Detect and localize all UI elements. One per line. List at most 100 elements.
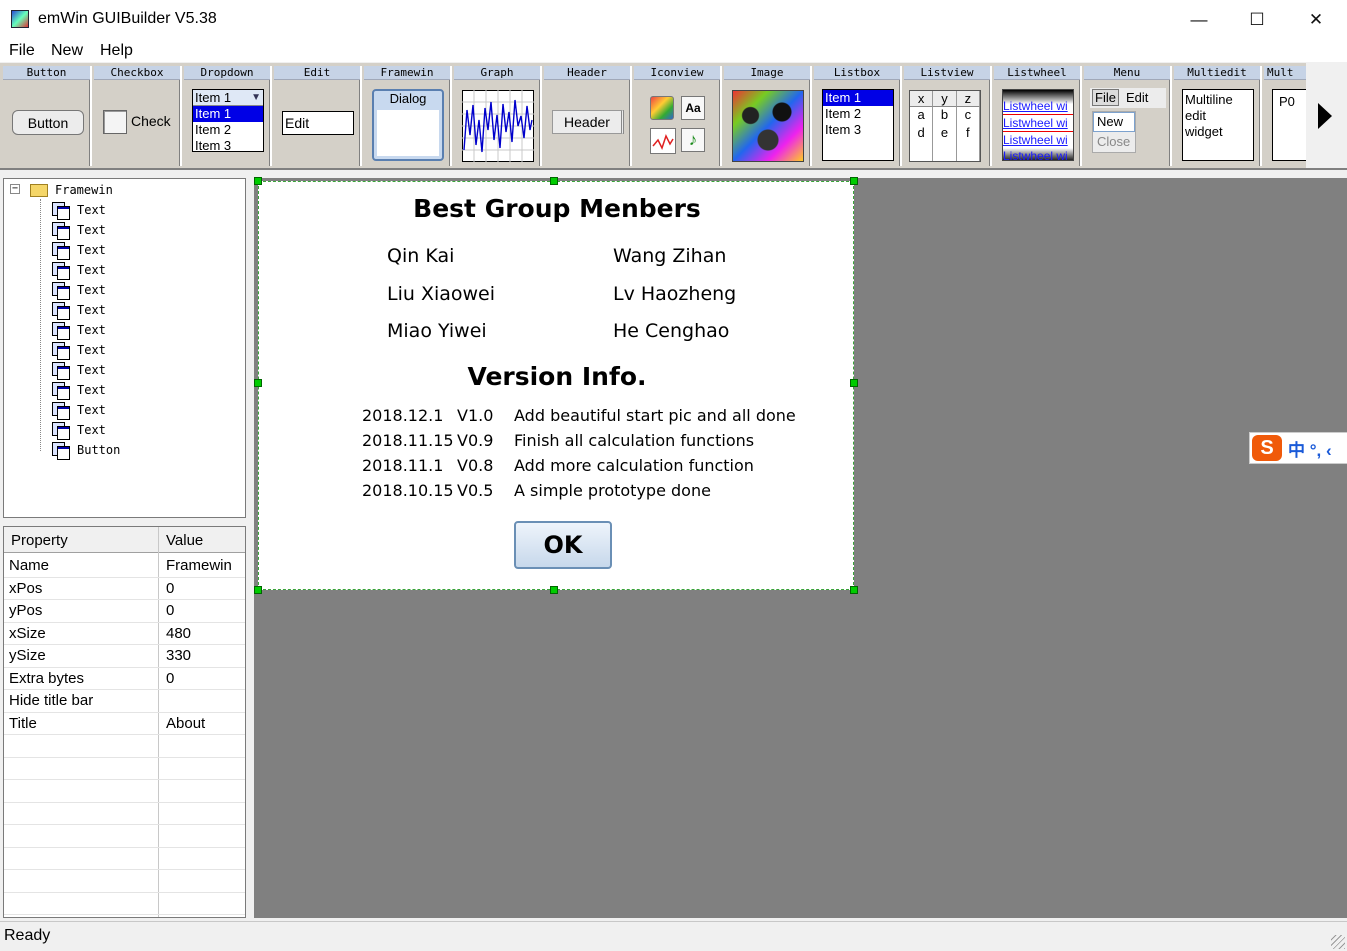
- resize-handle[interactable]: [254, 586, 262, 594]
- property-row[interactable]: xSize 480: [4, 623, 245, 645]
- menu-bar: File New Help: [0, 40, 1347, 62]
- resize-handle[interactable]: [850, 379, 858, 387]
- palette-iconview[interactable]: Iconview Aa ♪: [634, 66, 722, 166]
- version-number[interactable]: V1.0: [457, 406, 493, 425]
- empty-row: [4, 735, 245, 758]
- property-column-header[interactable]: Property: [11, 532, 68, 549]
- tree-item[interactable]: Text: [52, 421, 106, 440]
- resize-handle[interactable]: [850, 586, 858, 594]
- property-row[interactable]: ySize 330: [4, 645, 245, 668]
- listbox-item: Item 2: [825, 106, 862, 121]
- member-name[interactable]: Miao Yiwei: [387, 320, 487, 342]
- tree-item[interactable]: Text: [52, 361, 106, 380]
- menu-help[interactable]: Help: [100, 42, 133, 60]
- resize-handle[interactable]: [850, 177, 858, 185]
- minimize-button[interactable]: —: [1170, 0, 1228, 40]
- version-date[interactable]: 2018.11.15: [362, 431, 454, 450]
- property-grid: Property Value Name Framewin xPos 0 yPos 0 …: [3, 526, 246, 918]
- palette-framewin[interactable]: Framewin Dialog: [364, 66, 452, 166]
- resize-handle[interactable]: [550, 177, 558, 185]
- version-number[interactable]: V0.5: [457, 481, 493, 500]
- version-number[interactable]: V0.9: [457, 431, 493, 450]
- tree-item[interactable]: Text: [52, 301, 106, 320]
- about-dialog[interactable]: Best Group Menbers Qin Kai Wang Zihan Li…: [258, 181, 854, 590]
- ime-toolbar[interactable]: S 中 °, ‹: [1249, 432, 1347, 464]
- tree-item[interactable]: Text: [52, 241, 106, 260]
- tree-item[interactable]: Text: [52, 401, 106, 420]
- palette-image[interactable]: Image: [724, 66, 812, 166]
- version-note[interactable]: Add beautiful start pic and all done: [514, 406, 796, 425]
- status-text: Ready: [4, 927, 51, 944]
- dropdown-sample: Item 1 ▼ Item 1 Item 2 Item 3: [192, 89, 264, 153]
- palette-edit[interactable]: Edit Edit: [274, 66, 362, 166]
- palette-listview-header: Listview: [904, 66, 990, 80]
- member-name[interactable]: Qin Kai: [387, 245, 454, 267]
- palette-multipage[interactable]: Mult P0: [1264, 66, 1312, 166]
- font-icon: Aa: [681, 96, 705, 120]
- palette-graph[interactable]: Graph: [454, 66, 542, 166]
- window-icon: [52, 302, 70, 320]
- resize-handle[interactable]: [254, 177, 262, 185]
- resize-handle[interactable]: [254, 379, 262, 387]
- version-date[interactable]: 2018.11.1: [362, 456, 443, 475]
- collapse-icon[interactable]: −: [10, 184, 20, 194]
- member-name[interactable]: Lv Haozheng: [613, 283, 736, 305]
- status-bar: Ready: [0, 921, 1347, 951]
- members-title[interactable]: Best Group Menbers: [259, 194, 855, 223]
- menu-new[interactable]: New: [51, 42, 83, 60]
- property-row[interactable]: Hide title bar: [4, 690, 245, 713]
- close-button[interactable]: ✕: [1287, 0, 1345, 40]
- value-column-header[interactable]: Value: [166, 532, 203, 549]
- tree-item[interactable]: Text: [52, 201, 106, 220]
- version-note[interactable]: A simple prototype done: [514, 481, 711, 500]
- tree-item[interactable]: Button: [52, 441, 120, 460]
- maximize-button[interactable]: ☐: [1228, 0, 1286, 40]
- property-row[interactable]: Title About: [4, 713, 245, 735]
- version-title[interactable]: Version Info.: [259, 362, 855, 391]
- tree-item[interactable]: Text: [52, 321, 106, 340]
- palette-scroll-right[interactable]: [1306, 63, 1347, 168]
- palette-button[interactable]: Button Button: [3, 66, 92, 166]
- member-name[interactable]: Wang Zihan: [613, 245, 726, 267]
- tree-item[interactable]: Text: [52, 281, 106, 300]
- tree-root[interactable]: Framewin: [30, 181, 113, 199]
- palette-menu[interactable]: Menu File Edit New Close: [1084, 66, 1172, 166]
- palette-listwheel[interactable]: Listwheel Listwheel wi Listwheel wi List…: [994, 66, 1082, 166]
- property-row[interactable]: Name Framewin: [4, 555, 245, 578]
- member-name[interactable]: Liu Xiaowei: [387, 283, 495, 305]
- palette-menu-header: Menu: [1084, 66, 1170, 80]
- version-note[interactable]: Add more calculation function: [514, 456, 754, 475]
- palette-header[interactable]: Header Header: [544, 66, 632, 166]
- property-row[interactable]: Extra bytes 0: [4, 668, 245, 690]
- window-icon: [52, 382, 70, 400]
- empty-row: [4, 870, 245, 893]
- tree-item[interactable]: Text: [52, 261, 106, 280]
- tree-item[interactable]: Text: [52, 221, 106, 240]
- tree-item[interactable]: Text: [52, 341, 106, 360]
- palette-edit-header: Edit: [274, 66, 360, 80]
- palette-multiedit[interactable]: Multiedit Multiline edit widget: [1174, 66, 1262, 166]
- ok-button[interactable]: OK: [514, 521, 612, 569]
- member-name[interactable]: He Cenghao: [613, 320, 729, 342]
- resize-grip-icon[interactable]: [1331, 935, 1345, 949]
- window-icon: [52, 282, 70, 300]
- palette-dropdown[interactable]: Dropdown Item 1 ▼ Item 1 Item 2 Item 3: [184, 66, 272, 166]
- palette-iconview-header: Iconview: [634, 66, 720, 80]
- version-number[interactable]: V0.8: [457, 456, 493, 475]
- window-icon: [52, 202, 70, 220]
- version-date[interactable]: 2018.10.15: [362, 481, 454, 500]
- window-icon: [52, 422, 70, 440]
- resize-handle[interactable]: [550, 586, 558, 594]
- menu-file[interactable]: File: [9, 42, 35, 60]
- empty-row: [4, 803, 245, 825]
- framewin-caption: Dialog: [389, 91, 427, 106]
- palette-checkbox[interactable]: Checkbox Check: [94, 66, 182, 166]
- version-date[interactable]: 2018.12.1: [362, 406, 443, 425]
- version-note[interactable]: Finish all calculation functions: [514, 431, 754, 450]
- property-row[interactable]: yPos 0: [4, 600, 245, 623]
- property-row[interactable]: xPos 0: [4, 578, 245, 600]
- palette-listview[interactable]: Listview x y z a b c d e f: [904, 66, 992, 166]
- tree-item[interactable]: Text: [52, 381, 106, 400]
- palette-listbox[interactable]: Listbox Item 1 Item 2 Item 3: [814, 66, 902, 166]
- ime-mode[interactable]: 中 °, ‹: [1288, 436, 1332, 461]
